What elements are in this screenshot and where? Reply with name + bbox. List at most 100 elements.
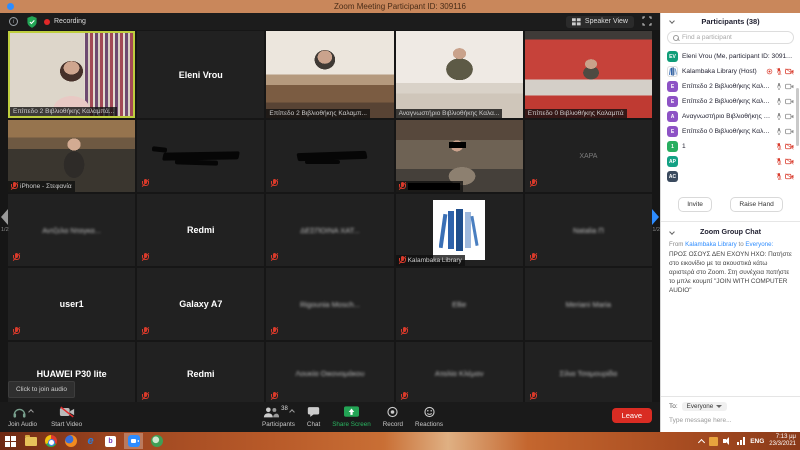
chat-message-input[interactable]: [669, 417, 792, 424]
caret-down-icon: [716, 405, 722, 408]
fullscreen-icon[interactable]: [642, 13, 652, 31]
video-tile[interactable]: Λουκία Οικονομάκου: [266, 342, 393, 405]
video-tile[interactable]: Kalambaka Library: [396, 194, 523, 266]
participant-row[interactable]: E Επίπεδο 0 Βιβλιοθήκης Καλαμπ...: [667, 124, 794, 139]
search-input[interactable]: [682, 34, 788, 41]
participant-name-center: ΧΑΡΑ: [525, 120, 652, 192]
video-icon: [785, 83, 794, 90]
next-page-arrow[interactable]: 1/2: [652, 209, 660, 233]
divider: [661, 221, 800, 222]
participants-list: EV Eleni Vrou (Me, participant ID: 30911…: [661, 48, 800, 184]
video-tile[interactable]: Ellie: [396, 268, 523, 340]
globe-app-icon[interactable]: [150, 435, 163, 448]
participant-row[interactable]: EV Eleni Vrou (Me, participant ID: 30911…: [667, 49, 794, 64]
video-tile[interactable]: Επίπεδο 0 Βιβλιοθήκης Καλαμπά: [525, 31, 652, 118]
mic-muted-icon: [776, 67, 782, 76]
start-video-button[interactable]: Start Video: [51, 402, 82, 432]
chevron-up-icon[interactable]: [28, 409, 34, 415]
leave-button[interactable]: Leave: [612, 408, 652, 423]
muted-mic-icon: [142, 392, 149, 401]
start-button[interactable]: [4, 435, 17, 448]
firefox-icon[interactable]: [64, 435, 77, 448]
video-tile[interactable]: Redmi: [137, 342, 264, 405]
zoom-window: i Recording Speaker View: [0, 13, 800, 432]
muted-mic-icon: [399, 182, 406, 191]
record-button[interactable]: Record: [383, 402, 403, 432]
grid-view-icon: [572, 18, 581, 26]
video-tile[interactable]: Αταλία Κλέμαν: [396, 342, 523, 405]
reactions-button[interactable]: Reactions: [415, 402, 443, 432]
tray-app-icon[interactable]: [709, 437, 718, 446]
chevron-up-icon[interactable]: [289, 409, 295, 415]
scrollbar[interactable]: [796, 88, 799, 146]
shield-icon[interactable]: [26, 16, 37, 27]
muted-mic-icon: [13, 253, 20, 262]
participant-name-center: ΔΕΣΠΟΙΝΑ ΧΑΤ...: [266, 194, 393, 266]
chat-sender-link[interactable]: Kalambaka Library: [685, 241, 737, 248]
recipient-dropdown[interactable]: Everyone: [682, 402, 728, 411]
participant-row[interactable]: A Αναγνωστήριο Βιβλιοθήκης Καλ...: [667, 109, 794, 124]
network-icon[interactable]: [737, 437, 745, 445]
previous-page-arrow[interactable]: 1/2: [1, 209, 9, 233]
tray-expand-icon[interactable]: [698, 438, 705, 445]
invite-button[interactable]: Invite: [678, 197, 712, 212]
video-tile[interactable]: Galaxy A7: [137, 268, 264, 340]
video-tile[interactable]: [137, 120, 264, 192]
join-audio-button[interactable]: Join Audio: [8, 402, 37, 432]
chrome-icon[interactable]: [44, 435, 57, 448]
video-tile[interactable]: Επίπεδο 2 Βιβλιοθήκης Καλαμπά...: [8, 31, 135, 118]
raise-hand-button[interactable]: Raise Hand: [730, 197, 782, 212]
video-tile[interactable]: Eleni Vrou: [137, 31, 264, 118]
record-icon: [386, 406, 399, 418]
participant-name-center: Ellie: [396, 268, 523, 340]
censored-name: [162, 151, 240, 160]
share-screen-button[interactable]: Share Screen: [332, 402, 371, 432]
mic-icon: [776, 112, 782, 121]
video-tile[interactable]: Σίλια Τσαμουρίδα: [525, 342, 652, 405]
video-tile[interactable]: Αντζελα Νταγκα...: [8, 194, 135, 266]
speaker-view-button[interactable]: Speaker View: [566, 16, 634, 28]
video-tile[interactable]: [396, 120, 523, 192]
video-tile[interactable]: [266, 120, 393, 192]
participant-search[interactable]: [667, 31, 794, 44]
video-tile[interactable]: Meriani Maria: [525, 268, 652, 340]
video-tile[interactable]: Rigounia Mosch...: [266, 268, 393, 340]
participant-row[interactable]: E Επίπεδο 2 Βιβλιοθήκης Καλαμπ...: [667, 94, 794, 109]
chevron-down-icon[interactable]: [669, 18, 675, 24]
video-tile[interactable]: ΔΕΣΠΟΙΝΑ ΧΑΤ...: [266, 194, 393, 266]
chat-recipient-link[interactable]: Everyone:: [745, 241, 773, 248]
participants-count-badge: 38: [281, 406, 288, 412]
muted-mic-icon: [401, 392, 408, 401]
participant-row[interactable]: E Επίπεδο 2 Βιβλιοθήκης Καλαμπ...: [667, 79, 794, 94]
participant-name-center: Galaxy A7: [137, 268, 264, 340]
search-icon: [673, 35, 679, 41]
video-tile[interactable]: Natalia Π: [525, 194, 652, 266]
zoom-taskbar-icon[interactable]: [124, 433, 143, 449]
library-app-icon[interactable]: b: [104, 435, 117, 448]
participants-button[interactable]: 38 Participants: [262, 402, 295, 432]
video-tile[interactable]: Αναγνωστήριο Βιβλιοθήκης Καλα...: [396, 31, 523, 118]
volume-icon[interactable]: [723, 437, 732, 445]
video-tile[interactable]: user1: [8, 268, 135, 340]
taskbar-clock[interactable]: 7:13 μμ 23/3/2021: [769, 434, 796, 449]
side-panel: Participants (38) EV Eleni Vrou (Me, par…: [660, 13, 800, 432]
censored-name: [305, 160, 341, 164]
chevron-down-icon[interactable]: [669, 229, 675, 235]
participant-row[interactable]: AP: [667, 154, 794, 169]
chat-button[interactable]: Chat: [307, 402, 320, 432]
internet-explorer-icon[interactable]: e: [84, 435, 97, 448]
file-explorer-icon[interactable]: [24, 435, 37, 448]
muted-mic-icon: [271, 327, 278, 336]
participants-panel-header: Participants (38): [661, 13, 800, 29]
video-tile[interactable]: iPhone - Στεφανία: [8, 120, 135, 192]
info-icon[interactable]: i: [8, 16, 19, 27]
video-tile[interactable]: Redmi: [137, 194, 264, 266]
muted-mic-icon: [401, 327, 408, 336]
video-tile[interactable]: ΧΑΡΑ: [525, 120, 652, 192]
participant-row[interactable]: Kalambaka Library (Host): [667, 64, 794, 79]
language-indicator[interactable]: ENG: [750, 438, 764, 445]
participant-row[interactable]: 1 1: [667, 139, 794, 154]
video-tile[interactable]: Επίπεδο 2 Βιβλιοθήκης Καλαμπ...: [266, 31, 393, 118]
participant-row[interactable]: AC: [667, 169, 794, 184]
video-grid: Επίπεδο 2 Βιβλιοθήκης Καλαμπά... Eleni V…: [8, 31, 652, 405]
